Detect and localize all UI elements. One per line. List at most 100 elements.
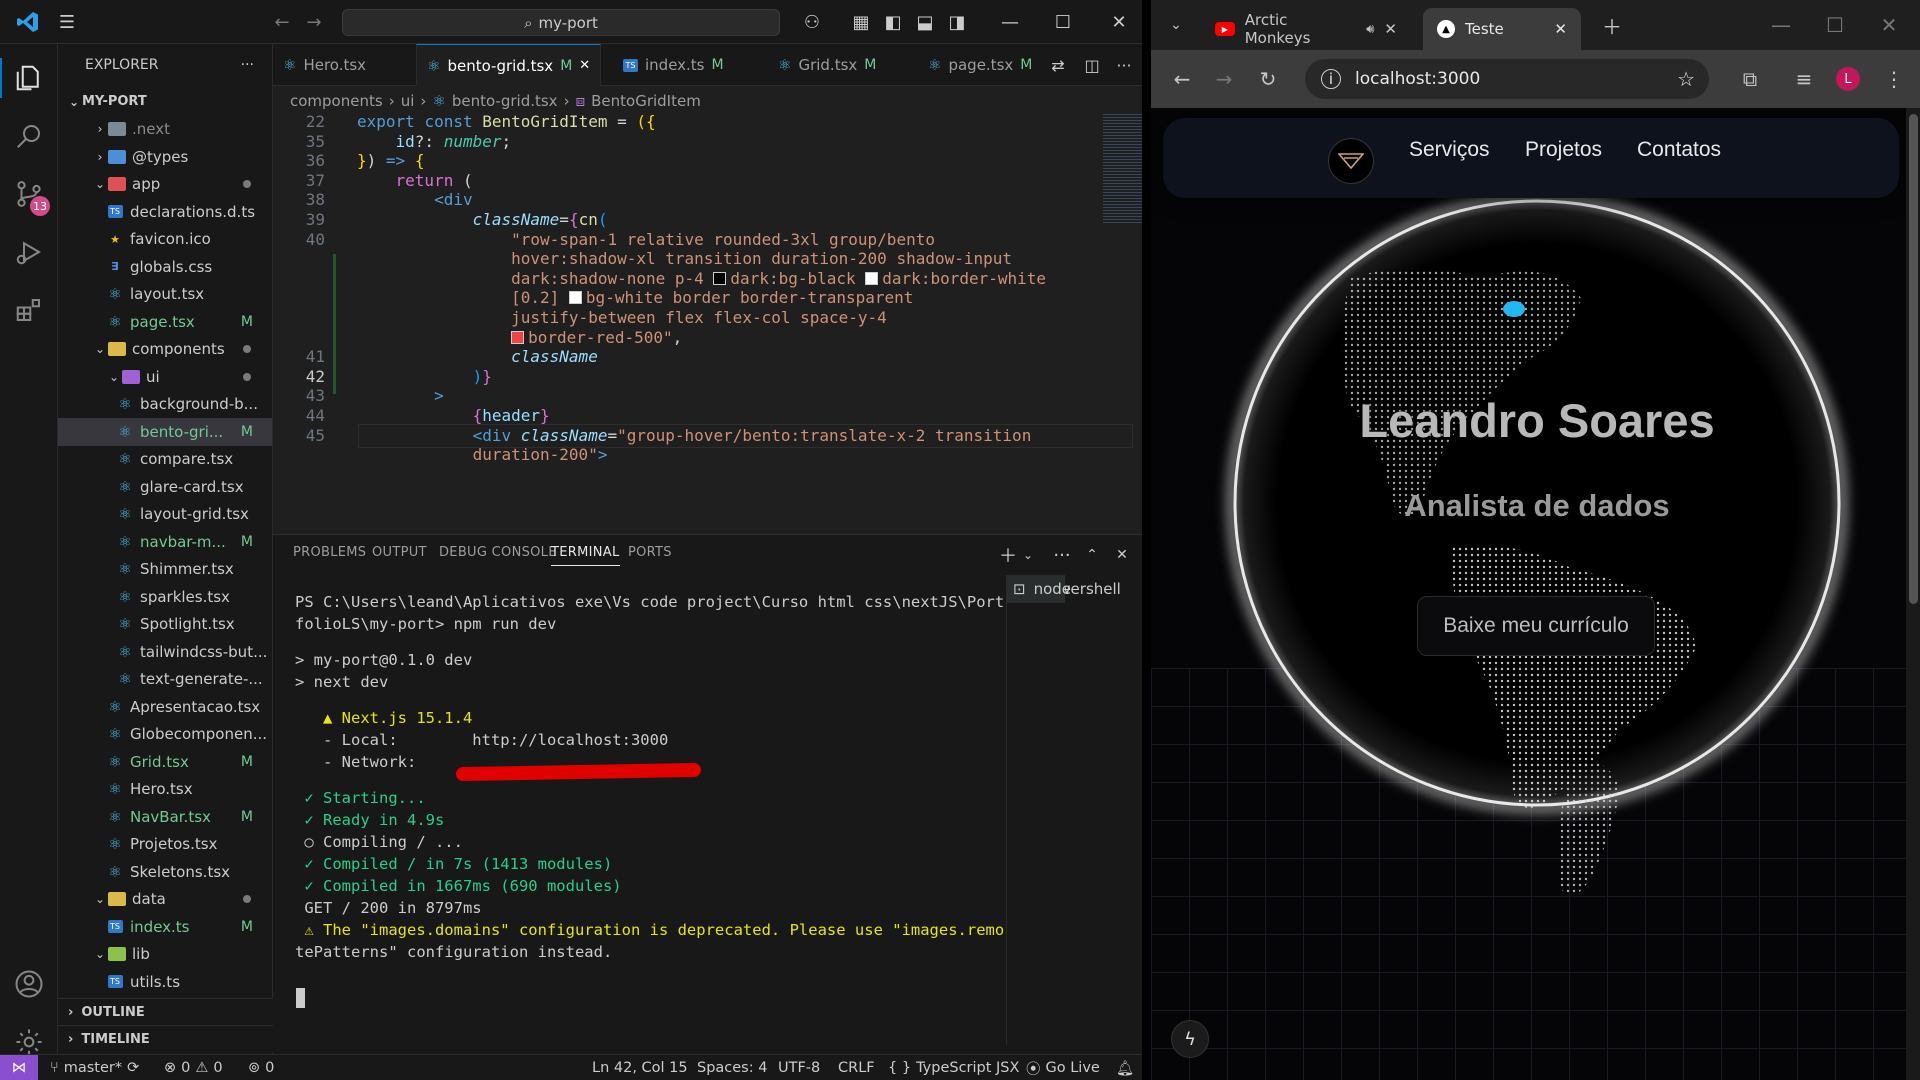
toggle-sidebar-icon[interactable]: ◧ (880, 0, 906, 44)
forward-arrow-icon[interactable]: → (300, 0, 328, 44)
tree-file[interactable]: ⚛ bento-gri... M (58, 418, 272, 446)
panel-tab[interactable]: OUTPUT (372, 545, 427, 560)
terminal-dropdown-icon[interactable]: ⌄ (1019, 535, 1037, 575)
omnibox[interactable]: i localhost:3000 ☆ (1305, 59, 1709, 99)
timeline-section[interactable]: › TIMELINE (58, 1025, 273, 1052)
panel-tab[interactable]: PORTS (628, 545, 672, 560)
command-center[interactable]: ⌕ my-port (342, 9, 780, 36)
indentation[interactable]: Spaces: 4 (697, 1055, 767, 1080)
nav-link-servicos[interactable]: Serviços (1409, 138, 1490, 162)
tree-file[interactable]: ⚛ Grid.tsx M (58, 748, 272, 776)
panel-tab[interactable]: DEBUG CONSOLE (439, 545, 557, 560)
outline-section[interactable]: › OUTLINE (58, 998, 273, 1025)
tree-file[interactable]: ⚛ Globecomponen... (58, 721, 272, 749)
breadcrumb-item[interactable]: BentoGridItem (591, 92, 701, 110)
back-arrow-icon[interactable]: ← (268, 0, 296, 44)
run-debug-icon[interactable] (0, 224, 58, 280)
tree-folder[interactable]: ⌄ app (58, 171, 272, 199)
notifications-bell-icon[interactable]: 🔔︎ (1116, 1055, 1134, 1080)
tree-file[interactable]: ⚛ Skeletons.tsx (58, 858, 272, 886)
cursor-position[interactable]: Ln 42, Col 15 (592, 1055, 688, 1080)
source-control-icon[interactable]: 13 (0, 166, 58, 222)
tree-file[interactable]: ⚛ Shimmer.tsx (58, 556, 272, 584)
code-editor[interactable]: 22 export const BentoGridItem = ({35 id?:… (273, 114, 1142, 534)
close-tab-icon[interactable]: ✕ (1384, 20, 1397, 38)
tree-file[interactable]: ⚛ sparkles.tsx (58, 583, 272, 611)
bookmark-star-icon[interactable]: ☆ (1677, 67, 1695, 91)
page-scrollbar[interactable] (1906, 108, 1920, 1080)
reload-icon[interactable]: ↻ (1251, 50, 1285, 108)
tree-folder[interactable]: ⌄ lib (58, 941, 272, 969)
nav-link-contatos[interactable]: Contatos (1637, 138, 1721, 162)
tree-folder[interactable]: ⌄ components (58, 336, 272, 364)
line-ending[interactable]: CRLF (838, 1055, 875, 1080)
account-icon[interactable] (0, 956, 58, 1012)
tree-file[interactable]: ⚛ layout.tsx (58, 281, 272, 309)
layout-customize-icon[interactable]: ▦ (848, 0, 874, 44)
tree-file[interactable]: ⚛ Projetos.tsx (58, 831, 272, 859)
tree-file[interactable]: ⚛ background-b... (58, 391, 272, 419)
nav-link-projetos[interactable]: Projetos (1525, 138, 1602, 162)
breadcrumb-item[interactable]: bento-grid.tsx (452, 92, 558, 110)
encoding[interactable]: UTF-8 (778, 1055, 820, 1080)
editor-tab[interactable]: ⚛ Grid.tsx M (768, 44, 886, 86)
forward-arrow-icon[interactable]: → (1207, 50, 1241, 108)
editor-tab[interactable]: TS index.ts M (613, 44, 734, 86)
minimize-icon[interactable]: — (1761, 0, 1801, 50)
search-view-icon[interactable] (0, 108, 58, 164)
maximize-icon[interactable]: ☐ (1815, 0, 1855, 50)
tree-folder[interactable]: ⌄ MY-PORT (58, 88, 272, 116)
editor-tab[interactable]: ⚛ bento-grid.tsx M ✕ (416, 44, 602, 86)
tree-file[interactable]: ⚛ Spotlight.tsx (58, 611, 272, 639)
close-window-icon[interactable]: ✕ (1096, 0, 1142, 44)
compare-changes-icon[interactable]: ⇄ (1043, 44, 1073, 86)
remote-indicator-icon[interactable]: ⋈ (0, 1055, 38, 1080)
tree-folder[interactable]: › @types (58, 143, 272, 171)
site-info-icon[interactable]: i (1321, 69, 1341, 89)
new-terminal-icon[interactable]: ＋ (995, 535, 1021, 575)
breadcrumb-item[interactable]: ui (401, 92, 415, 110)
tree-file[interactable]: ⚛ tailwindcss-but... (58, 638, 272, 666)
menu-icon[interactable]: ☰ (52, 0, 82, 44)
language-mode[interactable]: { } TypeScript JSX (888, 1055, 1019, 1080)
breadcrumb-item[interactable]: components (290, 92, 383, 110)
tree-file[interactable]: ⚛ Hero.tsx (58, 776, 272, 804)
extensions-puzzle-icon[interactable]: ⧉ (1733, 50, 1767, 108)
split-editor-icon[interactable]: ◫ (1077, 44, 1107, 86)
tab-teste[interactable]: ▲ Teste ✕ (1423, 8, 1581, 50)
tree-file[interactable]: ⚛ navbar-m... M (58, 528, 272, 556)
scrollbar-thumb[interactable] (1909, 114, 1918, 604)
explorer-icon[interactable] (0, 50, 58, 106)
chrome-menu-icon[interactable]: ⋮ (1879, 50, 1909, 108)
tree-file[interactable]: ⚛ text-generate-... (58, 666, 272, 694)
tree-file[interactable]: ⚛ layout-grid.tsx (58, 501, 272, 529)
new-tab-icon[interactable]: ＋ (1595, 0, 1629, 50)
panel-more-icon[interactable]: ··· (1049, 535, 1075, 575)
toggle-secondary-sidebar-icon[interactable]: ◨ (944, 0, 970, 44)
tree-file[interactable]: ⚛ page.tsx M (58, 308, 272, 336)
branch-indicator[interactable]: ⑂ master* ⟳ (50, 1055, 139, 1080)
close-tab-icon[interactable]: ✕ (579, 58, 590, 73)
tree-file[interactable]: ⚛ NavBar.tsx M (58, 803, 272, 831)
panel-tab[interactable]: PROBLEMS (293, 545, 366, 560)
go-live-button[interactable]: ⦿ Go Live (1026, 1055, 1100, 1080)
editor-tab[interactable]: ⚛ page.tsx M (918, 44, 1042, 86)
tree-file[interactable]: ⚛ compare.tsx (58, 446, 272, 474)
extensions-icon[interactable] (0, 282, 58, 338)
more-actions-icon[interactable]: ··· (241, 57, 254, 73)
tree-file[interactable]: ⚛ Apresentacao.tsx (58, 693, 272, 721)
maximize-panel-icon[interactable]: ⌃ (1079, 535, 1105, 575)
close-panel-icon[interactable]: ✕ (1109, 535, 1135, 575)
terminal-instance[interactable]: ⊡ node (1007, 575, 1071, 603)
download-cv-button[interactable]: Baixe meu currículo (1417, 596, 1655, 656)
back-arrow-icon[interactable]: ← (1165, 50, 1199, 108)
tree-file[interactable]: ★ favicon.ico (58, 226, 272, 254)
tree-folder[interactable]: ⌄ ui (58, 363, 272, 391)
tree-file[interactable]: TS index.ts M (58, 913, 272, 941)
tree-file[interactable]: TS utils.ts (58, 968, 272, 996)
editor-tab[interactable]: ⚛ Hero.tsx (273, 44, 376, 86)
ports-indicator[interactable]: ⊚ 0 (248, 1055, 274, 1080)
toggle-panel-icon[interactable]: ⬓ (912, 0, 938, 44)
site-logo-icon[interactable] (1328, 138, 1374, 184)
tab-search-icon[interactable]: ⌄ (1161, 0, 1191, 50)
